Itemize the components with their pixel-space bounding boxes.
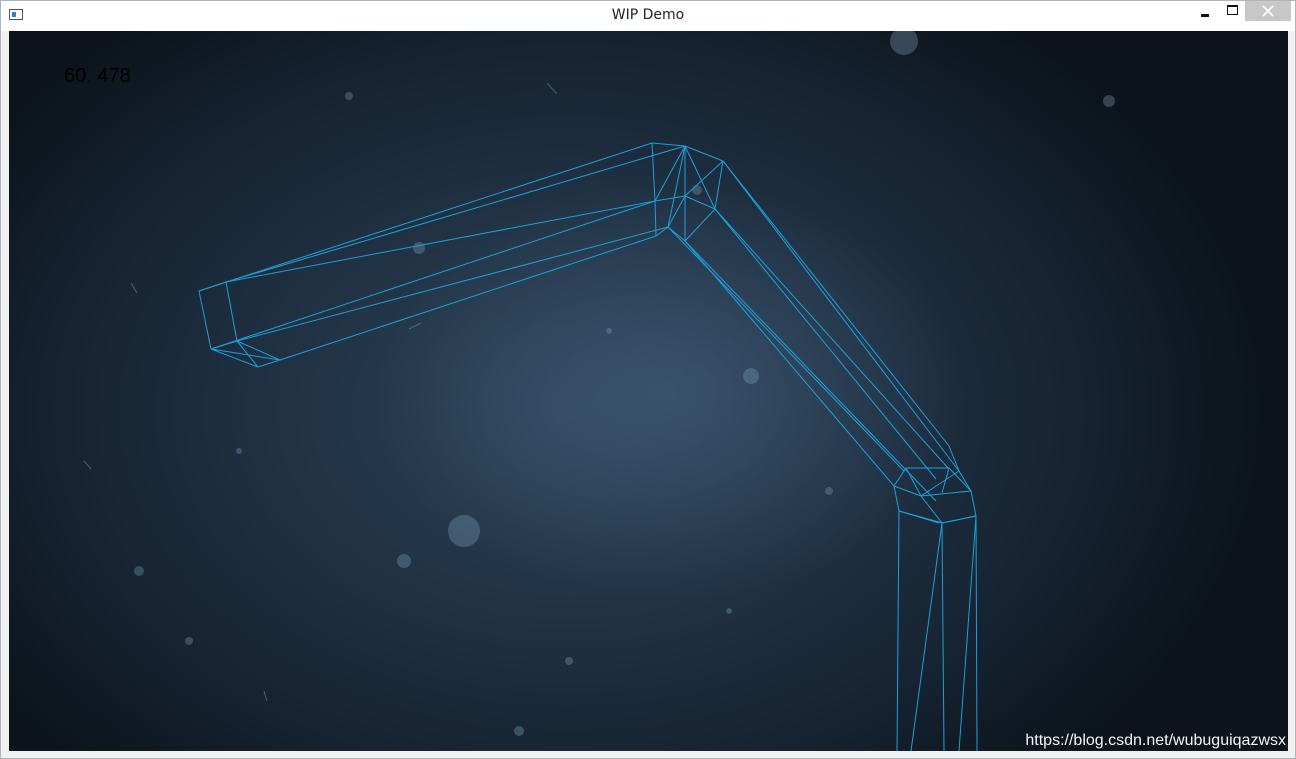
minimize-button[interactable] (1191, 1, 1219, 23)
maximize-button[interactable] (1219, 1, 1245, 23)
render-viewport[interactable]: 60. 478 https://blog.csdn.net/wubuguiqaz… (9, 31, 1288, 751)
app-window: WIP Demo 60. 478 https://blog.csdn.net/w… (0, 0, 1296, 759)
fps-counter: 60. 478 (64, 65, 131, 87)
minimize-icon (1201, 13, 1209, 17)
close-icon (1262, 5, 1274, 17)
window-title: WIP Demo (611, 7, 685, 23)
wireframe-mesh (198, 142, 978, 751)
watermark-url: https://blog.csdn.net/wubuguiqazwsx (1025, 732, 1286, 749)
title-bar[interactable]: WIP Demo (1, 1, 1295, 31)
maximize-icon (1226, 5, 1238, 15)
close-button[interactable] (1245, 1, 1291, 21)
